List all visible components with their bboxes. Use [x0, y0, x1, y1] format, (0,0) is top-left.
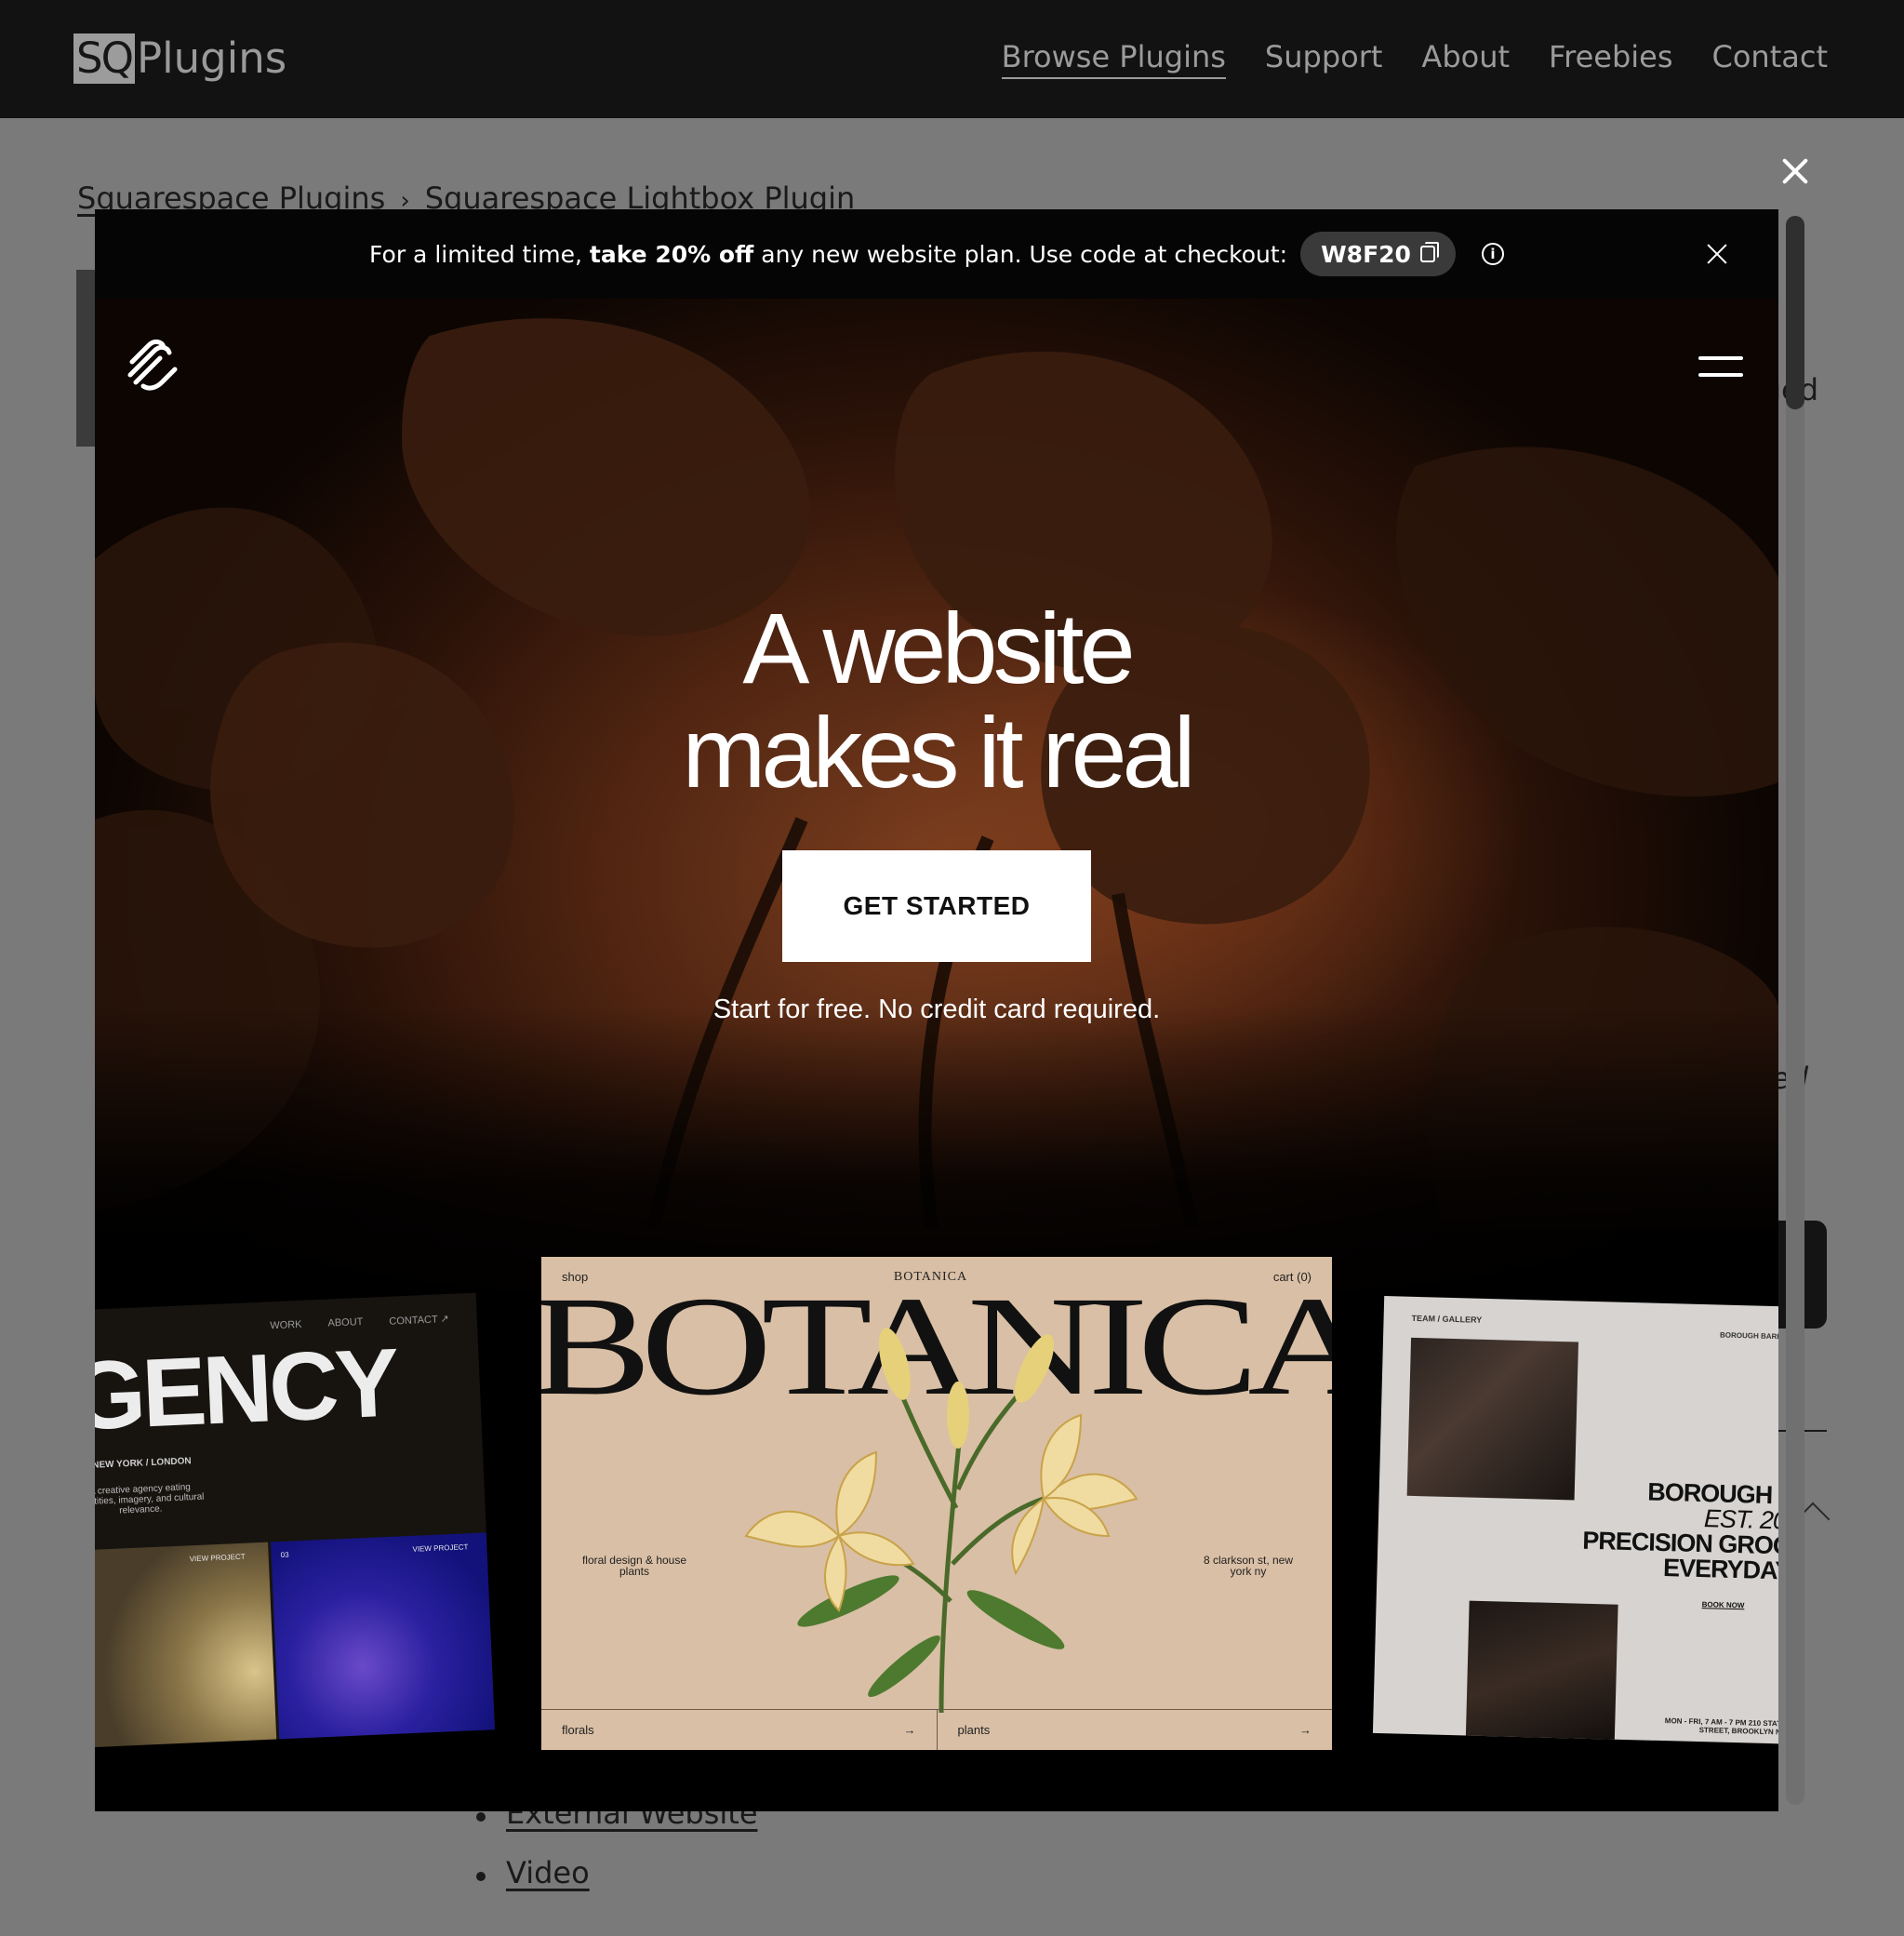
hero-headline-line: A website [742, 592, 1135, 704]
logo-mark: SQ [73, 33, 135, 84]
site-header: SQ Plugins Browse Plugins Support About … [0, 0, 1904, 118]
portrait-image [271, 1532, 496, 1748]
card-label: 03 [280, 1550, 289, 1560]
lightbox-scrollbar-track[interactable] [1786, 216, 1804, 1805]
card-tagline: floral design & house plants [581, 1554, 687, 1578]
hero-headline-line: makes it real [682, 696, 1195, 808]
card-nav: TEAM / GALLERY [1411, 1313, 1483, 1325]
host-link-list: External Website Video [473, 1796, 758, 1915]
luggage-image [95, 1542, 278, 1748]
card-footer-florals: florals → [562, 1723, 916, 1737]
link-video[interactable]: Video [506, 1855, 590, 1890]
template-card-barber[interactable]: TEAM / GALLERY BOROUGH BARBER BOROUGH BA… [1372, 1296, 1778, 1744]
nav-freebies[interactable]: Freebies [1549, 39, 1672, 79]
lightbox-frame: For a limited time, take 20% off any new… [95, 209, 1778, 1811]
barber-chair-image [1406, 1337, 1579, 1501]
promo-close-icon[interactable] [1706, 243, 1728, 265]
nav-about[interactable]: About [1421, 39, 1510, 79]
card-footer-plants: plants → [936, 1710, 1333, 1750]
site-logo[interactable]: SQ Plugins [73, 33, 286, 84]
host-image-thumb [76, 270, 97, 447]
template-card-botanica[interactable]: shop BOTANICA cart (0) BOTANICA floral d… [541, 1257, 1332, 1750]
arrow-right-icon: → [1299, 1723, 1311, 1737]
lightbox-scrollbar-thumb[interactable] [1786, 216, 1804, 409]
card-brand: BOROUGH BARBER [1719, 1330, 1778, 1342]
promo-text: For a limited time, take 20% off any new… [369, 240, 1288, 268]
promo-code: W8F20 [1321, 240, 1411, 268]
copy-icon [1419, 242, 1439, 262]
lightbox-close-icon[interactable] [1778, 154, 1812, 188]
hero-headline: A website makes it real [95, 596, 1778, 805]
card-title: GENCY [95, 1328, 399, 1451]
card-location: NEW YORK / LONDON [95, 1456, 192, 1471]
card-headline: BOROUGH BA EST. 2019 PRECISION GROOM EVE… [1582, 1477, 1778, 1586]
nav-contact[interactable]: Contact [1712, 39, 1829, 79]
lily-flower-image [744, 1328, 1138, 1713]
nav-support[interactable]: Support [1265, 39, 1383, 79]
squarespace-logo-icon[interactable] [123, 336, 182, 392]
template-card-agency[interactable]: WORK ABOUT CONTACT ↗ GENCY NEW YORK / LO… [95, 1292, 496, 1748]
cta-subtext: Start for free. No credit card required. [712, 995, 1161, 1024]
logo-text: Plugins [136, 33, 287, 83]
card-footer: florals → plants → [541, 1709, 1332, 1750]
promo-banner: For a limited time, take 20% off any new… [95, 209, 1778, 299]
card-description: A creative agency eating identities, ima… [95, 1482, 205, 1516]
card-book-now: BOOK NOW [1701, 1600, 1745, 1610]
hero-section: A website makes it real GET STARTED Star… [95, 299, 1778, 1811]
nav-browse-plugins[interactable]: Browse Plugins [1001, 39, 1226, 79]
info-icon[interactable]: i [1481, 243, 1504, 265]
list-item: Video [473, 1855, 758, 1915]
card-address: 8 clarkson st, new york ny [1203, 1554, 1294, 1578]
menu-icon[interactable] [1698, 356, 1743, 379]
main-nav: Browse Plugins Support About Freebies Co… [1001, 39, 1829, 79]
card-hours: MON - FRI, 7 AM - 7 PM 210 STATE STREET,… [1664, 1716, 1778, 1737]
promo-code-button[interactable]: W8F20 [1300, 232, 1456, 276]
get-started-button[interactable]: GET STARTED [782, 850, 1091, 962]
arrow-right-icon: → [903, 1723, 916, 1737]
comb-scissors-image [1465, 1600, 1618, 1744]
